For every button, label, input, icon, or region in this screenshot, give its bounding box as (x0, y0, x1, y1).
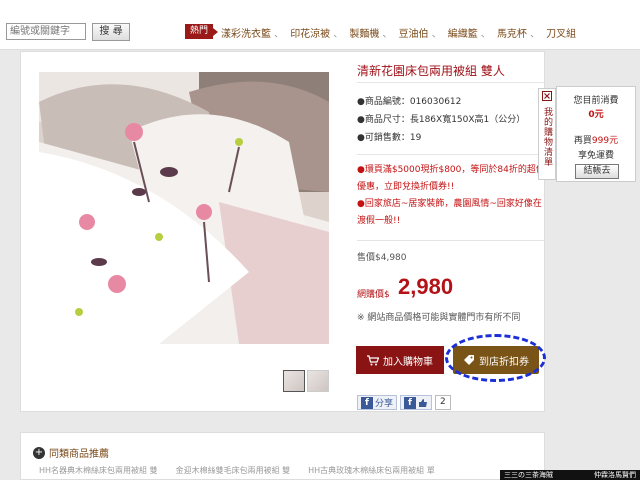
share-label: 分享 (375, 399, 394, 409)
side-cart-tab-label: 我的購物清單 (542, 107, 552, 167)
related-products: + 同類商品推薦 HH名器典木棉絲床包兩用被組 雙 金迎木棉絲雙毛床包兩用被組 … (20, 432, 545, 480)
free-shipping-line: 再買999元 (573, 136, 619, 146)
hot-links: 漾彩洗衣籃、 印花涼被、 製麵機、 豆油伯、 編織籃、 馬克杯、 刀叉組 (221, 29, 577, 40)
facebook-share-button[interactable]: f 分享 (357, 395, 398, 410)
related-item[interactable]: HH古典玫瑰木棉絲床包兩用被組 單 (308, 465, 435, 476)
thumbnail-strip (283, 370, 331, 392)
hot-link-cutlery[interactable]: 刀叉組 (546, 29, 576, 40)
spent-label: 您目前消費 (573, 96, 619, 106)
share-bar: f 分享 f 2 (357, 395, 451, 410)
related-title-label: 同類商品推薦 (49, 449, 109, 460)
plus-icon: + (33, 446, 45, 459)
bedding-image (39, 72, 329, 344)
related-title: + 同類商品推薦 (33, 445, 109, 460)
hot-link-woven-basket[interactable]: 編織籃 (448, 29, 478, 40)
side-cart-panel: 您目前消費 0元 再買999元 享免運費 結帳去 (556, 86, 636, 182)
cart-icon (367, 354, 379, 365)
thumbnail-1[interactable] (283, 370, 305, 392)
price-label: 網購價$ (357, 290, 390, 300)
list-price: 售價$4,980 (357, 253, 407, 263)
highlight-circle (445, 334, 546, 382)
facebook-like-icon: f (404, 396, 417, 409)
hot-link-soy-sauce[interactable]: 豆油伯 (399, 29, 429, 40)
search-button[interactable]: 搜 尋 (92, 23, 130, 41)
top-bar: 搜 尋 熱門 漾彩洗衣籃、 印花涼被、 製麵機、 豆油伯、 編織籃、 馬克杯、 … (0, 0, 640, 50)
promo-home: ●回家旅店~居家裝飾，農園風情~回家好像在渡假一般!! (357, 199, 542, 226)
checkout-button[interactable]: 結帳去 (575, 164, 619, 179)
promo-discount: ●環頁滿$5000現折$800，等同於84折的超值優惠，立即兌換折價券!! (357, 165, 545, 192)
related-items: HH名器典木棉絲床包兩用被組 雙 金迎木棉絲雙毛床包兩用被組 雙 HH古典玫瑰木… (39, 465, 435, 476)
hot-link-printed-quilt[interactable]: 印花涼被 (290, 29, 330, 40)
footer-right: 仲霖洛馬賢們 (594, 471, 636, 479)
price-note: ※ 網站商品價格可能與實體門市有所不同 (357, 313, 521, 323)
side-cart-tab[interactable]: 我的購物清單 (538, 88, 556, 180)
thumbnail-2[interactable] (307, 370, 329, 392)
facebook-like-button[interactable]: f (400, 395, 433, 410)
footer-left: 三三の三茶海賊 (504, 471, 553, 479)
hot-link-mug[interactable]: 馬克杯 (497, 29, 527, 40)
spec-divider (357, 154, 544, 155)
facebook-icon: f (361, 396, 373, 409)
spec-item-stock: ●可銷售數：19 (357, 133, 422, 143)
sale-price: 2,980 (398, 274, 454, 299)
close-icon[interactable] (542, 91, 552, 101)
promo-divider (357, 240, 544, 241)
spec-item-code: ●商品編號：016030612 (357, 97, 462, 107)
related-item[interactable]: 金迎木棉絲雙毛床包兩用被組 雙 (176, 465, 291, 476)
product-photo[interactable] (39, 72, 329, 344)
add-to-cart-label: 加入購物車 (383, 356, 433, 368)
footer-strip: 三三の三茶海賊 仲霖洛馬賢們 (500, 470, 640, 480)
product-panel: 清新花園床包兩用被組 雙人 ●商品編號：016030612 ●商品尺寸：長186… (20, 51, 546, 412)
hot-badge: 熱門 (185, 24, 218, 39)
related-item[interactable]: HH名器典木棉絲床包兩用被組 雙 (39, 465, 158, 476)
hot-link-noodle-maker[interactable]: 製麵機 (349, 29, 379, 40)
free-shipping-label: 享免運費 (577, 151, 614, 161)
title-divider (357, 82, 544, 83)
share-count: 2 (435, 395, 451, 410)
add-to-cart-button[interactable]: 加入購物車 (356, 346, 444, 374)
spec-item-size: ●商品尺寸：長186X寬150X高1（公分） (357, 115, 526, 125)
thumbs-up-icon (419, 398, 428, 407)
spent-value: 0元 (588, 110, 604, 120)
search-input[interactable] (6, 23, 86, 40)
hot-link-laundry-basket[interactable]: 漾彩洗衣籃 (221, 29, 271, 40)
product-title: 清新花園床包兩用被組 雙人 (357, 64, 505, 78)
